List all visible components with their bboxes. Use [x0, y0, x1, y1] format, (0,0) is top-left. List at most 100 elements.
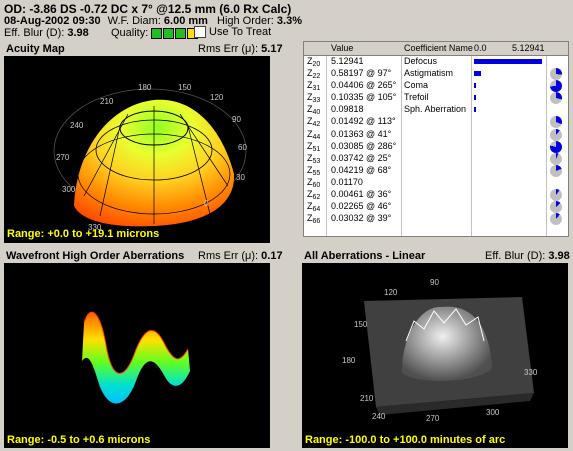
- wavefront-range: Range: -0.5 to +0.6 microns: [7, 434, 151, 446]
- zernike-subscript: 40: [312, 109, 321, 117]
- magnitude-bar: [474, 107, 476, 113]
- table-row[interactable]: Z60 0.01170: [304, 177, 568, 189]
- zernike-subscript: 20: [312, 61, 321, 68]
- wavefront-surface: [82, 311, 190, 404]
- zernike-index: Z66: [307, 213, 320, 225]
- magnitude-bar: [474, 71, 482, 77]
- angle-tick: 210: [100, 97, 114, 106]
- angle-tick: 270: [426, 414, 440, 423]
- zernike-subscript: 55: [312, 169, 321, 177]
- zernike-index: Z55: [307, 165, 320, 177]
- angle-tick: 150: [178, 83, 192, 92]
- eff-blur-line: Eff. Blur (D): 3.98: [4, 27, 89, 39]
- axis-pie-icon: [550, 116, 562, 129]
- eff-blur-value: 3.98: [67, 27, 89, 39]
- table-header: Value Coefficient Name 0.0 5.12941: [304, 42, 568, 56]
- coefficient-value: 0.01363 @ 41°: [331, 128, 392, 139]
- table-row[interactable]: Z44 0.01363 @ 41°: [304, 128, 568, 141]
- quality-label: Quality:: [111, 27, 149, 39]
- zernike-index: Z33: [307, 92, 320, 104]
- acuity-map-view[interactable]: 0 30 60 90 120 150 180 210 240 270 300 3…: [4, 56, 270, 243]
- all-aberrations-surface: 90 120 150 180 210 240 270 300 330: [342, 278, 538, 423]
- acuity-map-title: Acuity Map: [6, 43, 65, 55]
- table-row[interactable]: Z53 0.03742 @ 25°: [304, 152, 568, 165]
- coefficient-value: 0.03085 @ 286°: [331, 140, 397, 151]
- angle-tick: 240: [70, 121, 84, 130]
- coefficient-name: Sph. Aberration: [404, 104, 467, 115]
- axis-pie-icon: [550, 128, 562, 141]
- wavefront-view[interactable]: Range: -0.5 to +0.6 microns: [4, 263, 270, 448]
- use-to-treat-checkbox[interactable]: Use To Treat: [194, 26, 271, 39]
- angle-tick: 120: [384, 288, 398, 297]
- angle-tick: 120: [210, 93, 224, 102]
- table-row[interactable]: Z55 0.04219 @ 68°: [304, 164, 568, 177]
- table-row[interactable]: Z42 0.01492 @ 113°: [304, 116, 568, 129]
- all-aberrations-title: All Aberrations - Linear: [304, 250, 426, 262]
- checkbox-icon: [194, 26, 206, 39]
- coefficient-value: 0.10335 @ 105°: [331, 92, 397, 103]
- zernike-subscript: 62: [312, 194, 321, 202]
- magnitude-bar: [474, 59, 542, 64]
- zernike-index: Z62: [307, 189, 320, 201]
- table-row[interactable]: Z33 0.10335 @ 105° Trefoil: [304, 92, 568, 105]
- coefficient-name: Coma: [404, 80, 429, 91]
- scale-min: 0.0: [474, 43, 487, 53]
- table-row[interactable]: Z62 0.00461 @ 36°: [304, 189, 568, 202]
- table-row[interactable]: Z20 5.12941 Defocus: [304, 56, 568, 68]
- table-row[interactable]: Z31 0.04406 @ 265° Coma: [304, 80, 568, 93]
- axis-pie-icon: [550, 68, 562, 81]
- coefficient-value: 0.04219 @ 68°: [331, 164, 392, 175]
- zernike-index: Z60: [307, 177, 320, 189]
- axis-pie-icon: [550, 152, 562, 165]
- axis-pie-icon: [550, 164, 562, 177]
- angle-tick: 0: [204, 199, 209, 208]
- coefficient-value: 0.03032 @ 39°: [331, 213, 392, 224]
- zernike-subscript: 51: [312, 145, 321, 153]
- acuity-map-surface: 0 30 60 90 120 150 180 210 240 270 300 3…: [53, 83, 247, 232]
- quality-indicator: Quality:: [111, 27, 199, 39]
- angle-tick: 90: [430, 278, 439, 287]
- zernike-index: Z44: [307, 129, 320, 141]
- eff-blur-label: Eff. Blur (D):: [4, 27, 65, 39]
- coefficient-name: Astigmatism: [404, 68, 454, 79]
- zernike-index: Z51: [307, 141, 320, 153]
- axis-pie-icon: [550, 80, 562, 93]
- zernike-index: Z20: [307, 56, 320, 68]
- zernike-index: Z40: [307, 104, 320, 116]
- exam-summary: OD: -3.86 DS -0.72 DC x 7° @12.5 mm (6.0…: [4, 2, 292, 16]
- table-row[interactable]: Z64 0.02265 @ 46°: [304, 201, 568, 214]
- angle-tick: 90: [232, 115, 241, 124]
- coefficient-value: 0.04406 @ 265°: [331, 80, 397, 91]
- coefficient-value: 0.58197 @ 97°: [331, 68, 392, 79]
- coefficient-value: 0.02265 @ 46°: [331, 201, 392, 212]
- high-order-value: 3.3%: [276, 15, 302, 27]
- axis-pie-icon: [550, 140, 562, 153]
- table-row[interactable]: Z22 0.58197 @ 97° Astigmatism: [304, 68, 568, 81]
- acuity-range: Range: +0.0 to +19.1 microns: [7, 228, 160, 240]
- zernike-index: Z42: [307, 116, 320, 128]
- all-aberrations-view[interactable]: 90 120 150 180 210 240 270 300 330 Range…: [302, 263, 568, 448]
- all-aberrations-blur-label: Eff. Blur (D):: [485, 250, 546, 262]
- table-body: Z20 5.12941 Defocus Z22 0.58197 @ 97° Astigma…: [304, 56, 568, 226]
- zernike-subscript: 60: [312, 181, 321, 189]
- wf-diam-label: W.F. Diam:: [107, 15, 161, 27]
- zernike-subscript: 66: [312, 218, 321, 226]
- zernike-table[interactable]: Value Coefficient Name 0.0 5.12941 Z20 5.…: [303, 41, 569, 237]
- all-aberrations-blur-value: 3.98: [548, 250, 570, 262]
- table-row[interactable]: Z66 0.03032 @ 39°: [304, 213, 568, 226]
- scale-max: 5.12941: [512, 43, 545, 53]
- zernike-index: Z31: [307, 80, 320, 92]
- table-row[interactable]: Z40 0.09818 Sph. Aberration: [304, 104, 568, 116]
- zernike-subscript: 64: [312, 206, 321, 214]
- angle-tick: 240: [372, 412, 386, 421]
- zernike-subscript: 42: [312, 121, 321, 129]
- quality-check-icon: [175, 27, 187, 39]
- all-aberrations-range: Range: -100.0 to +100.0 minutes of arc: [305, 434, 506, 446]
- table-row[interactable]: Z51 0.03085 @ 286°: [304, 140, 568, 153]
- axis-pie-icon: [550, 189, 562, 202]
- zernike-index: Z64: [307, 201, 320, 213]
- coefficient-value: 0.00461 @ 36°: [331, 189, 392, 200]
- quality-check-icon: [151, 27, 163, 39]
- col-value-header: Value: [331, 43, 354, 53]
- zernike-subscript: 31: [312, 85, 321, 93]
